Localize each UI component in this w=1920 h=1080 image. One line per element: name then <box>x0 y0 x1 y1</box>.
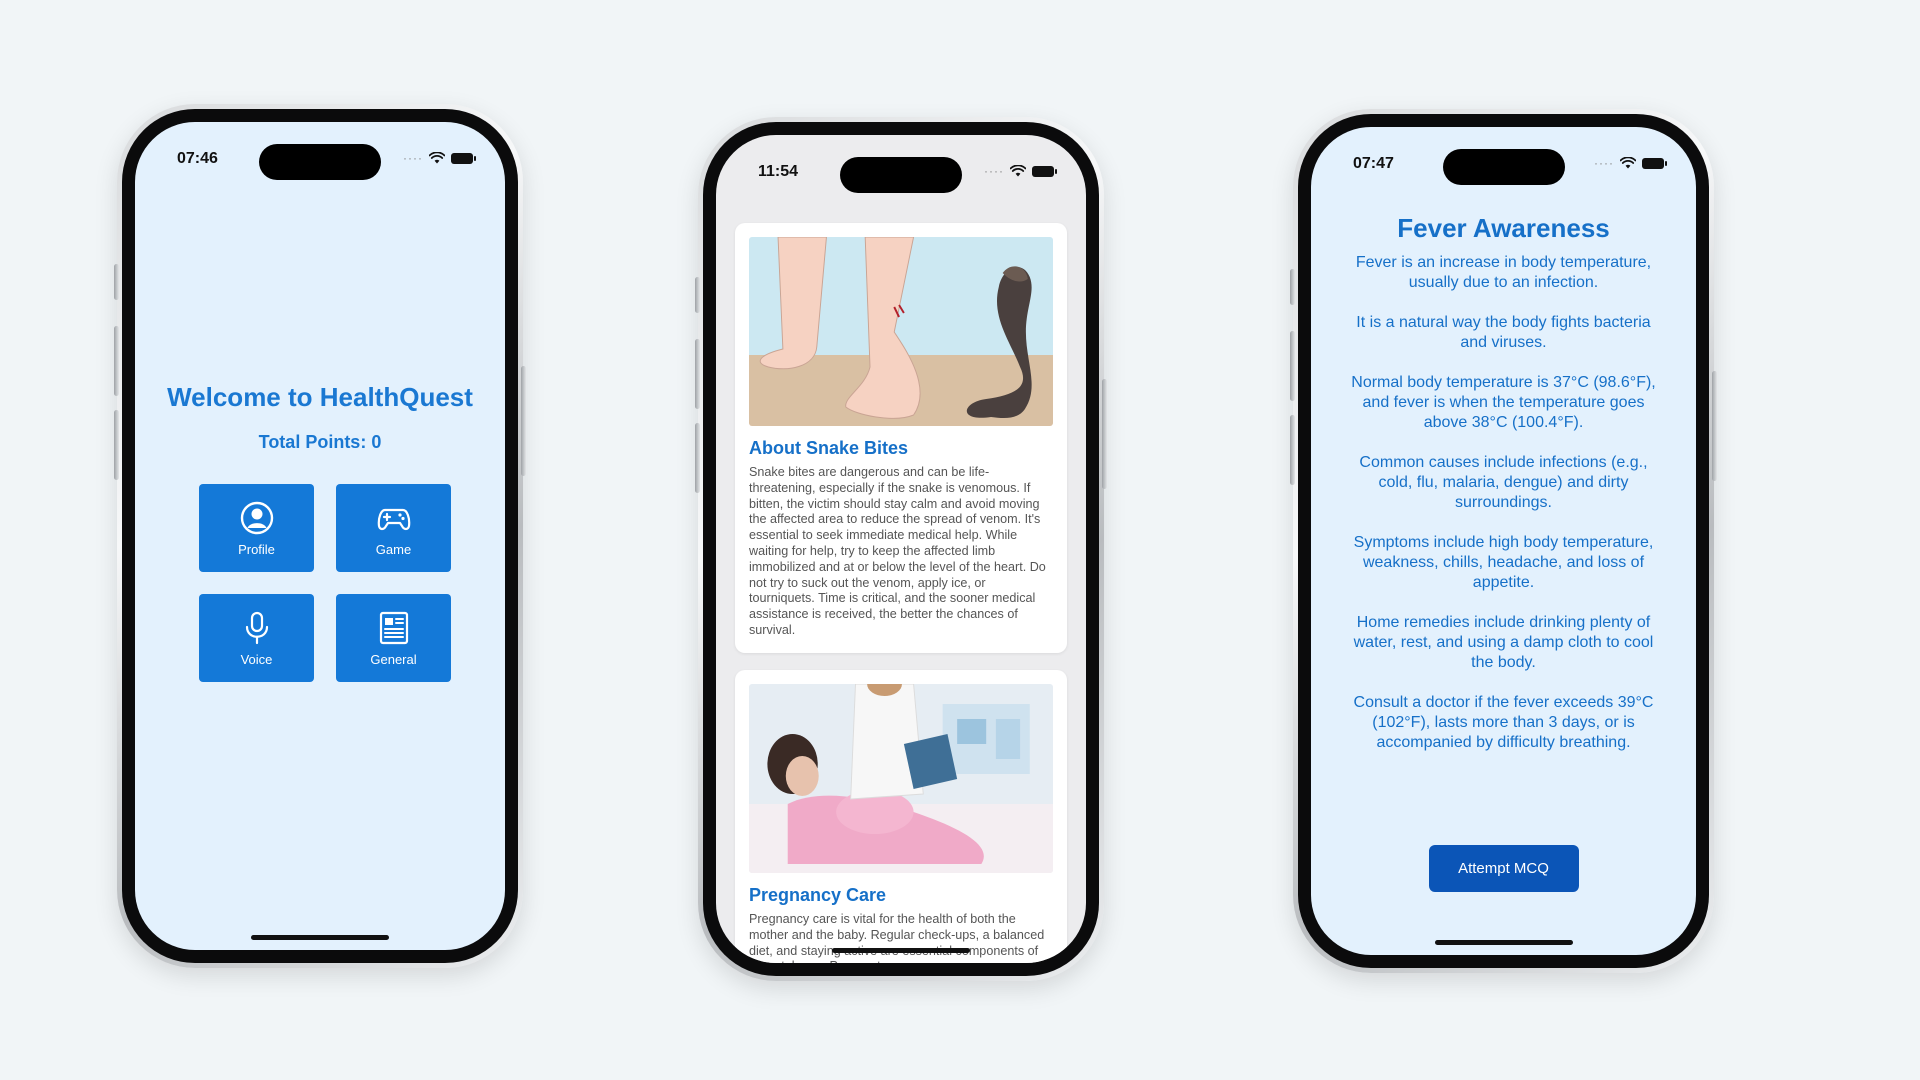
battery-icon <box>1642 157 1667 169</box>
article-body: Snake bites are dangerous and can be lif… <box>749 465 1046 637</box>
battery-icon <box>1032 165 1057 177</box>
article-card-snake-bites[interactable]: About Snake Bites Snake bites are danger… <box>735 223 1067 653</box>
fever-paragraph: Fever is an increase in body temperature… <box>1355 254 1652 291</box>
fever-paragraph: Common causes include infections (e.g., … <box>1359 454 1648 511</box>
gamepad-icon <box>377 508 410 530</box>
status-icons: ···· <box>984 163 1057 179</box>
person-circle-icon <box>240 501 273 534</box>
fever-title: Fever Awareness <box>1397 213 1610 243</box>
dynamic-island <box>840 157 962 193</box>
pregnancy-care-image <box>749 684 1053 873</box>
welcome-title: Welcome to HealthQuest <box>167 382 473 412</box>
game-button[interactable]: Game <box>336 484 451 572</box>
home-indicator[interactable] <box>832 948 970 953</box>
signal-dots-icon: ···· <box>1594 156 1614 170</box>
status-time: 07:47 <box>1353 155 1394 172</box>
status-icons: ···· <box>1594 155 1667 171</box>
wifi-icon <box>1010 165 1026 177</box>
menu-grid: Profile Game Voice General <box>199 484 451 682</box>
signal-dots-icon: ···· <box>984 164 1004 178</box>
total-points: Total Points: 0 <box>258 432 382 452</box>
profile-button[interactable]: Profile <box>199 484 314 572</box>
snake-bite-image <box>749 237 1053 426</box>
fever-paragraph: Symptoms include high body temperature, … <box>1353 534 1654 591</box>
fever-paragraphs: Fever is an increase in body temperature… <box>1345 253 1662 773</box>
status-icons: ···· <box>403 150 476 166</box>
wifi-icon <box>429 152 445 164</box>
fever-paragraph: It is a natural way the body fights bact… <box>1356 314 1651 351</box>
articles-screen: 11:54 ···· About Snake Bites Snake bites… <box>716 135 1086 963</box>
microphone-icon <box>245 611 268 644</box>
attempt-mcq-button[interactable]: Attempt MCQ <box>1428 845 1579 892</box>
newspaper-icon <box>379 611 408 644</box>
article-card-pregnancy-care[interactable]: Pregnancy Care Pregnancy care is vital f… <box>735 670 1067 963</box>
fever-paragraph: Home remedies include drinking plenty of… <box>1353 614 1654 671</box>
game-label: Game <box>375 541 412 557</box>
dynamic-island <box>259 144 381 180</box>
article-body: Pregnancy care is vital for the health o… <box>749 912 1045 963</box>
fever-paragraph: Normal body temperature is 37°C (98.6°F)… <box>1351 374 1656 431</box>
showcase-stage: 07:46 ···· Welcome to HealthQuest Total … <box>0 0 1920 1080</box>
home-indicator[interactable] <box>1434 940 1573 945</box>
fever-paragraph: Consult a doctor if the fever exceeds 39… <box>1353 694 1654 751</box>
home-screen: 07:46 ···· Welcome to HealthQuest Total … <box>135 122 505 950</box>
phone-fever: 07:47 ···· Fever Awareness Fever is an i… <box>1290 109 1717 973</box>
battery-icon <box>451 152 476 164</box>
article-title: About Snake Bites <box>749 438 909 458</box>
phone-articles: 11:54 ···· About Snake Bites Snake bites… <box>695 117 1107 981</box>
phone-home: 07:46 ···· Welcome to HealthQuest Total … <box>114 104 526 968</box>
home-indicator[interactable] <box>251 935 389 940</box>
voice-button[interactable]: Voice <box>199 594 314 682</box>
wifi-icon <box>1620 157 1636 169</box>
signal-dots-icon: ···· <box>403 151 423 165</box>
fever-screen: 07:47 ···· Fever Awareness Fever is an i… <box>1311 127 1696 955</box>
voice-label: Voice <box>240 651 273 667</box>
profile-label: Profile <box>238 541 275 557</box>
status-time: 11:54 <box>758 163 799 180</box>
status-time: 07:46 <box>177 150 218 167</box>
general-button[interactable]: General <box>336 594 451 682</box>
general-label: General <box>370 651 417 667</box>
article-title: Pregnancy Care <box>749 885 887 905</box>
dynamic-island <box>1442 149 1565 185</box>
